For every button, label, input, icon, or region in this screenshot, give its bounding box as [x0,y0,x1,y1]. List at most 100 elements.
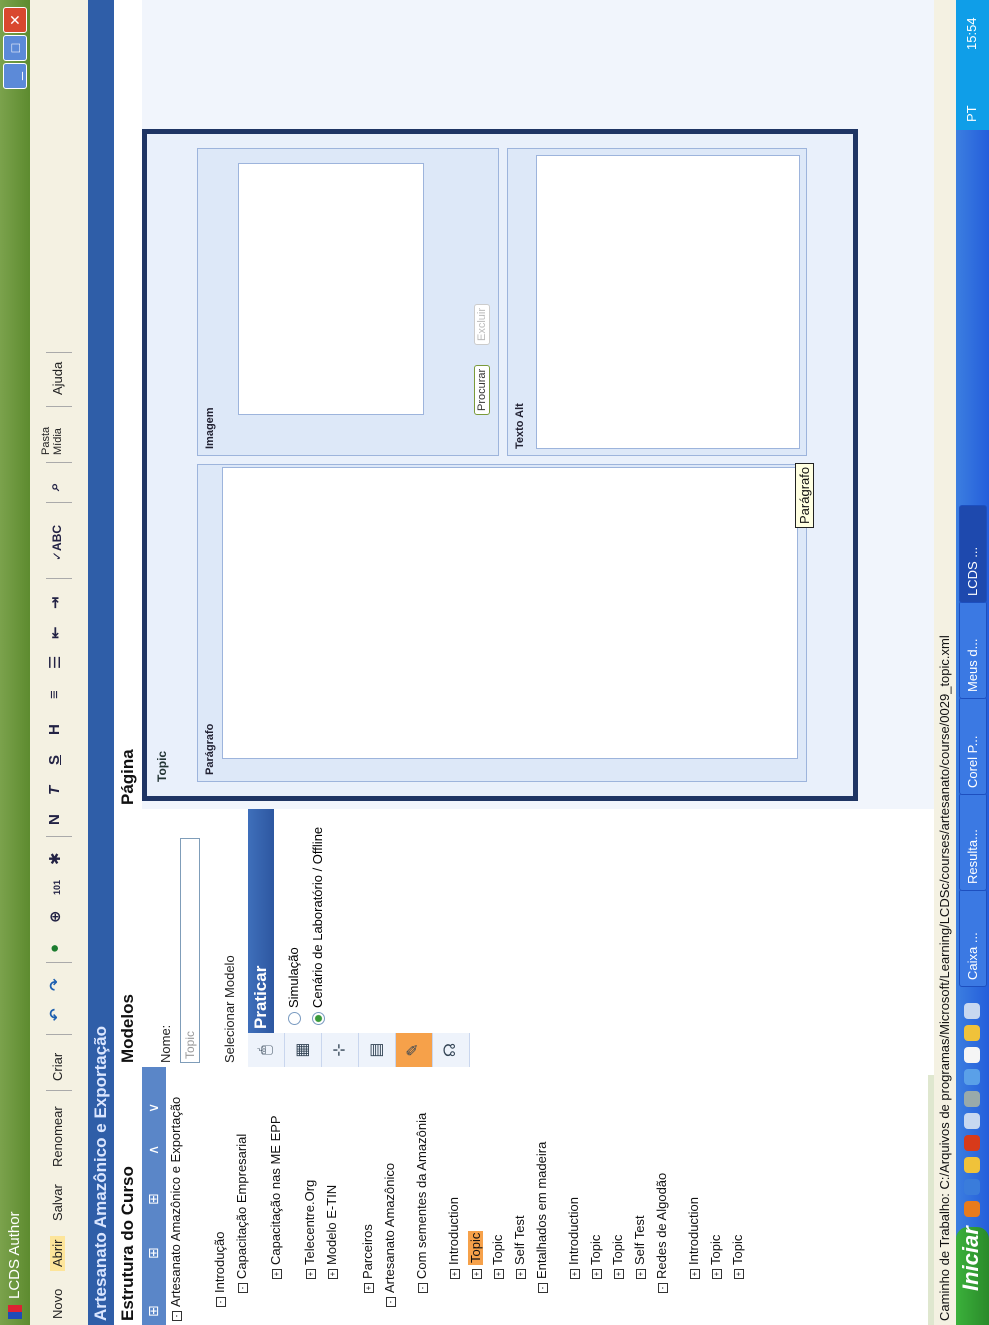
expand-icon[interactable]: + [689,1269,700,1279]
expand-icon[interactable]: + [305,1269,316,1279]
move-down-icon[interactable]: ∨ [145,1103,162,1113]
tree-node-selected[interactable]: +Topic [468,1081,483,1279]
indent-icon[interactable]: ⇥ [46,596,64,609]
tree-node[interactable]: +Topic [730,1081,745,1279]
tree-node[interactable]: +Introduction [566,1081,581,1279]
expand-icon[interactable]: + [327,1269,338,1279]
excluir-button[interactable]: Excluir [474,303,490,345]
expand-icon[interactable]: + [363,1283,374,1293]
tree-node[interactable]: -Artesanato Amazônico [382,1081,397,1307]
preview-icon[interactable]: ⌕ [46,483,63,491]
asterisk-icon[interactable]: ✱ [46,852,64,865]
ajuda-button[interactable]: Ajuda [50,362,65,395]
task-resulta[interactable]: Resulta... [959,793,987,891]
start-button[interactable]: Iniciar [956,1226,989,1325]
renomear-button[interactable]: Renomear [50,1106,65,1167]
alt-text-input[interactable] [536,155,800,449]
expand-icon[interactable]: + [711,1269,722,1279]
task-lcds[interactable]: LCDS ... [959,505,987,603]
underline-icon[interactable]: S [46,755,63,765]
tree-node[interactable]: -Artesanato Amazônico e Exportação [168,1081,183,1321]
tree-node[interactable]: +Self Test [512,1081,527,1279]
criar-button[interactable]: Criar [50,1053,65,1081]
document-icon[interactable]: ▤ [359,1033,396,1067]
expand-icon[interactable]: + [569,1269,580,1279]
expand-icon[interactable]: + [493,1269,504,1279]
redo-icon[interactable]: ↷ [46,978,64,991]
collapse-icon[interactable]: - [657,1283,668,1293]
gear-icon[interactable] [964,1091,980,1107]
tree-node[interactable]: -Entalhados em madeira [534,1081,549,1293]
task-meus[interactable]: Meus d... [959,601,987,699]
abrir-button[interactable]: Abrir [50,1235,65,1271]
expand-icon[interactable]: + [471,1269,482,1279]
tree-node[interactable]: +Modelo E-TIN [324,1081,339,1279]
messenger-icon[interactable] [964,1069,980,1085]
move-up-icon[interactable]: ∧ [145,1145,162,1155]
film-icon[interactable]: ▦ [285,1033,322,1067]
collapse-icon[interactable]: - [237,1283,248,1293]
collapse-icon[interactable]: - [417,1283,428,1293]
outdent-icon[interactable]: ⇤ [46,626,64,639]
italic-icon[interactable]: T [46,786,63,795]
add-sub-icon[interactable]: ⊞ [145,1193,162,1205]
add-item-icon[interactable]: ⊞ [145,1305,162,1317]
attach-icon[interactable]: ⊕ [46,910,64,923]
paragraph-editor[interactable] [222,467,798,759]
option-simulacao[interactable]: Simulação [286,947,302,1025]
add-child-icon[interactable]: ⊞ [145,1247,162,1259]
task-caixa[interactable]: Caixa ... [959,889,987,987]
expand-icon[interactable]: + [635,1269,646,1279]
novo-button[interactable]: Novo [50,1289,65,1319]
numbered-list-icon[interactable]: ≡ [46,690,63,699]
tree-node[interactable]: +Topic [490,1081,505,1279]
tree-node[interactable]: +Introduction [686,1081,701,1279]
expand-icon[interactable]: + [591,1269,602,1279]
tree-node[interactable]: -Capacitação Empresarial [234,1081,249,1293]
tree-node[interactable]: +Self Test [632,1081,647,1279]
expand-icon[interactable]: + [613,1269,624,1279]
bold-icon[interactable]: N [46,814,63,825]
desktop-icon[interactable] [964,1003,980,1019]
language-indicator[interactable]: PT [964,105,979,122]
tree-node[interactable]: +Parceiros [360,1081,375,1293]
tree-node[interactable]: +Capacitação nas ME EPP [268,1081,283,1279]
nome-input[interactable]: Topic [180,838,200,1063]
task-corel[interactable]: Corel P... [959,697,987,795]
expand-icon[interactable]: + [515,1269,526,1279]
assessment-icon[interactable]: ☊ [433,1033,470,1067]
link-icon[interactable]: ● [46,944,63,953]
ie-icon[interactable] [964,1179,980,1195]
mail-icon[interactable] [964,1025,980,1041]
tree-node[interactable]: +Topic [588,1081,603,1279]
expand-icon[interactable]: + [733,1269,744,1279]
folder-icon[interactable] [964,1157,980,1173]
app-h-icon[interactable] [964,1135,980,1151]
procurar-button[interactable]: Procurar [474,364,490,415]
grid-icon[interactable]: ⊹ [322,1033,359,1067]
collapse-icon[interactable]: - [537,1283,548,1293]
salvar-button[interactable]: Salvar [50,1184,65,1221]
tree-node[interactable]: -Com sementes da Amazônia [414,1081,429,1293]
tree-node[interactable]: -Introdução [212,1081,227,1307]
bullet-list-icon[interactable]: ☰ [46,656,64,669]
radio-icon[interactable] [288,1012,302,1025]
option-cenario[interactable]: Cenário de Laboratório / Offline [310,825,326,1025]
collapse-icon[interactable]: - [215,1297,226,1307]
spellcheck-icon[interactable]: ✓ABC [50,525,64,561]
radio-selected-icon[interactable] [312,1012,326,1025]
pasta-midia-button[interactable]: Pasta Mídia [40,415,64,455]
collapse-icon[interactable]: - [171,1311,182,1321]
firefox-icon[interactable] [964,1201,980,1217]
expand-icon[interactable]: + [271,1269,282,1279]
window-icon[interactable] [964,1113,980,1129]
minimize-icon[interactable]: _ [3,63,27,89]
practice-icon[interactable]: ✎ [396,1033,433,1067]
maximize-icon[interactable]: □ [3,35,27,61]
expand-icon[interactable]: + [449,1269,460,1279]
tree-node[interactable]: +Topic [610,1081,625,1279]
tree-node[interactable]: -Redes de Algodão [654,1081,669,1293]
tree-node[interactable]: +Telecentre.Org [302,1081,317,1279]
heading-icon[interactable]: H [46,724,63,735]
mouse-icon[interactable]: 🖱 [248,1033,285,1067]
